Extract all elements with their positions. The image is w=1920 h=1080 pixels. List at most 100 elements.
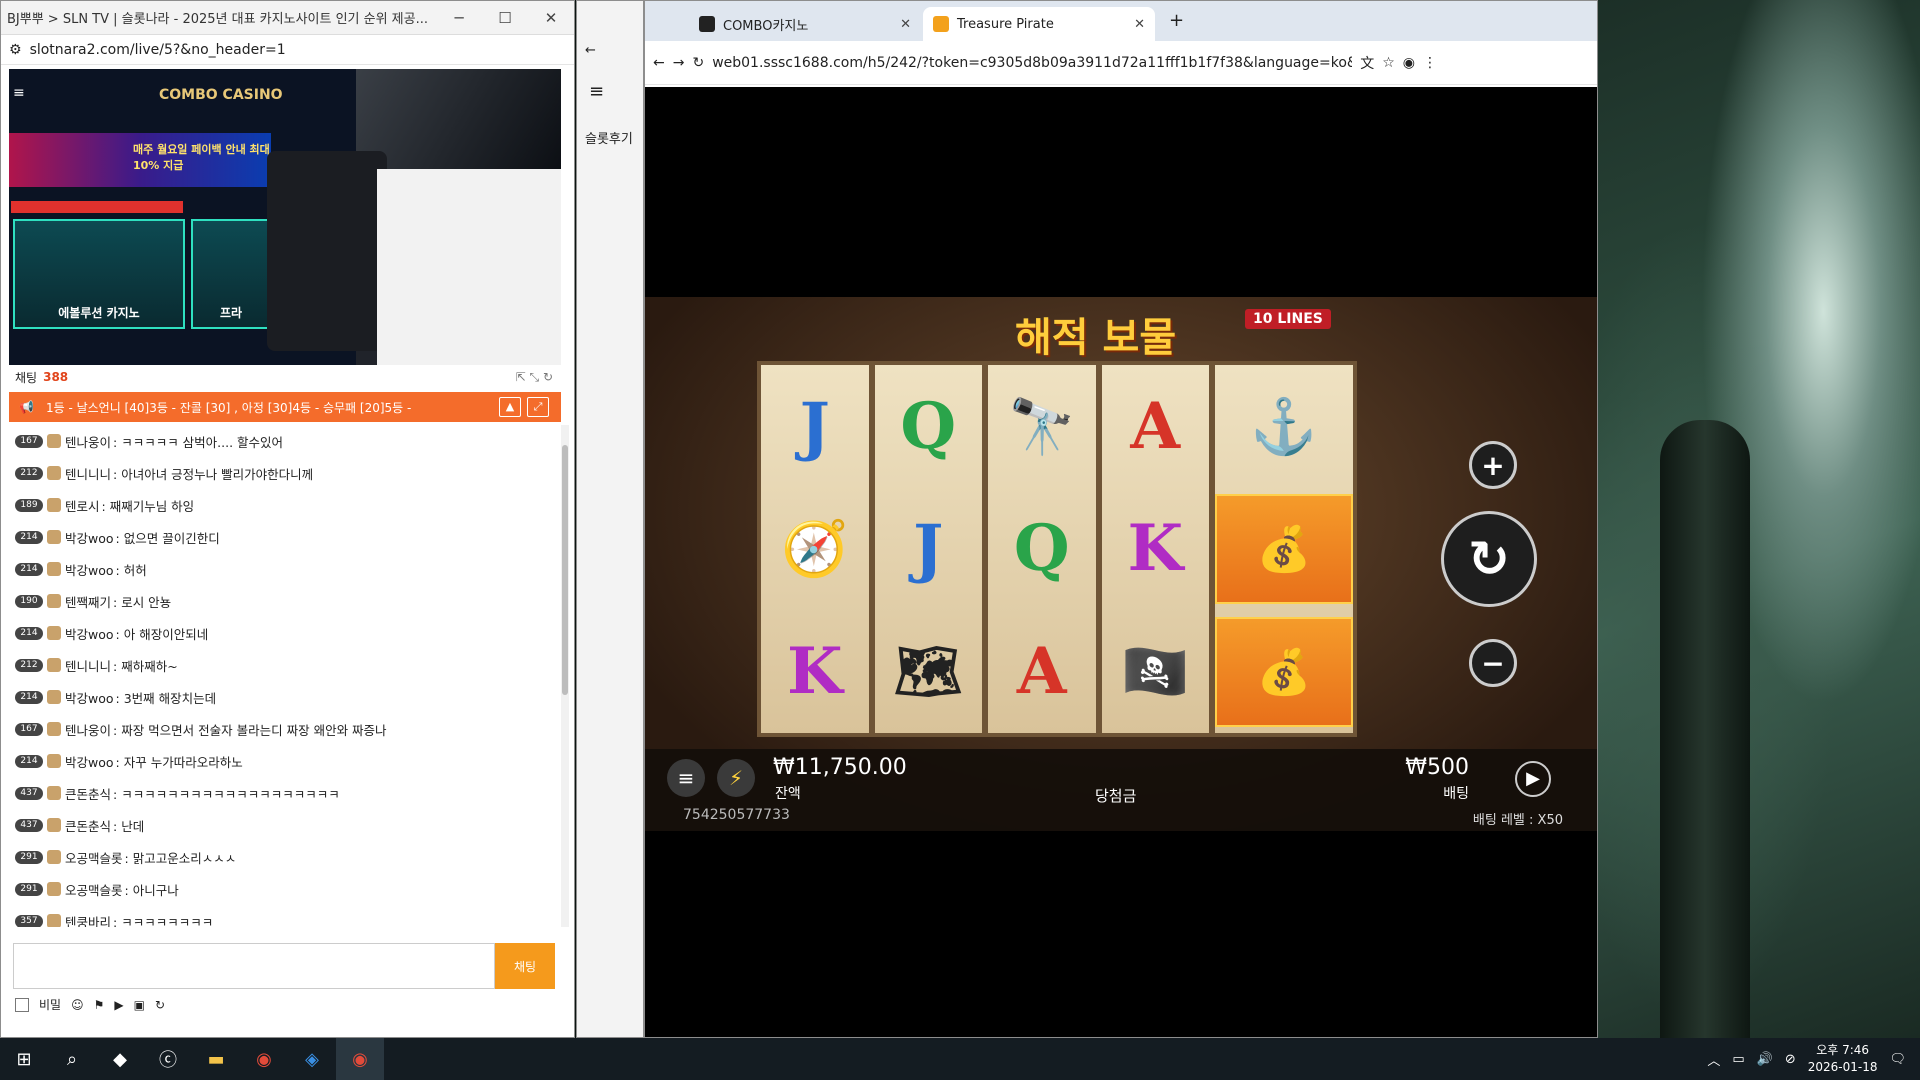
chat-nickname[interactable]: 텐짹째기	[65, 592, 111, 611]
chrome-icon[interactable]: ◉	[336, 1038, 384, 1080]
chevron-up-icon[interactable]: ︿	[1707, 1050, 1720, 1069]
image-icon[interactable]: ▣	[134, 998, 145, 1012]
file-explorer-icon[interactable]: ▬	[192, 1038, 240, 1080]
chat-nickname[interactable]: 큰돈춘식	[65, 784, 111, 803]
url-text[interactable]: web01.sssc1688.com/h5/242/?token=c9305d8…	[712, 55, 1352, 71]
status-icon[interactable]: ⊘	[1785, 1052, 1796, 1067]
chat-nickname[interactable]: 오공맥슬롯	[65, 848, 123, 867]
taskbar: ⊞ ⌕ ◆ ⓒ ▬ ◉ ◈ ◉ ︿ ▭ 🔊 ⊘ 오후 7:46 2026-01-…	[0, 1038, 1920, 1080]
chat-text: : 아 해장이안되네	[115, 626, 209, 642]
chat-label: 채팅	[15, 370, 38, 385]
game-menu-button[interactable]: ≡	[667, 759, 705, 797]
close-icon[interactable]: ✕	[528, 9, 574, 27]
app-icon[interactable]: ◈	[288, 1038, 336, 1080]
chat-text: : 3번째 해장치는데	[115, 690, 217, 706]
bet-level: 배팅 레벨 : X50	[1472, 813, 1563, 828]
chat-nickname[interactable]: 텐로시	[65, 496, 100, 515]
tab-close-icon[interactable]: ✕	[1134, 17, 1145, 32]
autoplay-button[interactable]: ▶	[1515, 761, 1551, 797]
maximize-icon[interactable]: ☐	[482, 9, 528, 27]
volume-icon[interactable]: 🔊	[1757, 1052, 1773, 1067]
address-bar[interactable]: ← → ↻ web01.sssc1688.com/h5/242/?token=c…	[645, 41, 1597, 85]
collapse-button[interactable]: ▲	[499, 397, 521, 417]
back-icon[interactable]: ←	[653, 55, 665, 71]
chat-message: 214 박강woo: 없으면 끌이긴한디	[9, 521, 554, 553]
reel-symbol: 🧭	[781, 516, 849, 581]
flag-icon[interactable]: ⚑	[94, 998, 105, 1012]
popout-icon[interactable]: ⇱ ⤡ ↻	[516, 370, 553, 385]
refresh-icon[interactable]: ↻	[155, 998, 165, 1012]
hamburger-icon[interactable]: ≡	[577, 75, 643, 108]
forward-icon[interactable]: →	[673, 55, 685, 71]
bet-label: 배팅	[1443, 786, 1469, 802]
reload-icon[interactable]: ↻	[692, 55, 704, 71]
chat-nickname[interactable]: 오공맥슬롯	[65, 880, 123, 899]
game-favicon	[933, 16, 949, 32]
chat-message: 212 텐니니니: 아녀아녀 긍정누나 빨리가야한다니께	[9, 457, 554, 489]
chat-text: : ㅋㅋㅋㅋㅋ 삼벅아.... 할수있어	[113, 434, 284, 450]
new-tab-icon[interactable]: +	[1157, 10, 1196, 41]
chat-nickname[interactable]: 텐니니니	[65, 464, 111, 483]
tab-treasure-pirate[interactable]: Treasure Pirate ✕	[923, 7, 1155, 41]
chat-text: : 없으면 끌이긴한디	[115, 530, 220, 546]
turbo-button[interactable]: ⚡	[717, 759, 755, 797]
start-icon[interactable]: ⊞	[0, 1038, 48, 1080]
reel-symbol: A	[1016, 634, 1067, 710]
expand-button[interactable]: ⤢	[527, 397, 549, 417]
chat-nickname[interactable]: 큰돈춘식	[65, 816, 111, 835]
back-icon[interactable]: ←	[577, 35, 643, 75]
menu-dots-icon[interactable]: ⋮	[1423, 55, 1437, 71]
plus-bet-button[interactable]: +	[1469, 441, 1517, 489]
minimize-icon[interactable]: ─	[436, 9, 482, 27]
level-badge: 212	[15, 466, 43, 480]
video-icon[interactable]: ▶	[114, 998, 123, 1012]
chat-nickname[interactable]: 박강woo	[65, 560, 114, 579]
chat-input[interactable]	[13, 943, 495, 989]
address-bar[interactable]: ⚙ slotnara2.com/live/5?&no_header=1	[1, 35, 574, 65]
network-icon[interactable]: ▭	[1732, 1052, 1744, 1067]
emoji-icon[interactable]: ☺	[71, 998, 84, 1012]
reel-symbol: 🗺	[893, 639, 963, 704]
chat-nickname[interactable]: 텐나웅이	[65, 432, 111, 451]
scroll-thumb[interactable]	[562, 445, 568, 695]
chat-nickname[interactable]: 텐나웅이	[65, 720, 111, 739]
menu-label: 슬롯후기	[585, 132, 633, 147]
reel-symbol: 💰	[1215, 616, 1353, 727]
chat-nickname[interactable]: 박강woo	[65, 752, 114, 771]
url-text[interactable]: slotnara2.com/live/5?&no_header=1	[30, 42, 286, 58]
chat-text: : 짜장 먹으면서 전술자 볼라는디 짜장 왜안와 짜증나	[113, 722, 387, 738]
chat-message: 214 박강woo: 자꾸 누가따라오라하노	[9, 745, 554, 777]
translate-icon[interactable]: 文	[1360, 53, 1374, 73]
tab-combo-casino[interactable]: COMBO카지노 ✕	[689, 7, 921, 41]
tab-close-icon[interactable]: ✕	[900, 17, 911, 32]
chat-text: : ㅋㅋㅋㅋㅋㅋㅋㅋ	[113, 914, 214, 928]
clock[interactable]: 오후 7:46 2026-01-18	[1808, 1042, 1878, 1076]
chrome-icon[interactable]: ◉	[240, 1038, 288, 1080]
search-icon[interactable]: ⌕	[48, 1038, 96, 1080]
send-chat-button[interactable]: 채팅	[495, 943, 555, 989]
reel-symbol: 💰	[1215, 493, 1353, 604]
live-stream-video[interactable]: ≡ COMBO CASINO 매주 월요일 페이백 안내 최대 10% 지급 에…	[9, 69, 561, 365]
notification-icon[interactable]: 🗨	[1889, 1052, 1906, 1067]
profile-icon[interactable]: ◉	[1403, 55, 1415, 71]
spin-button[interactable]: ↻	[1441, 511, 1537, 607]
secret-checkbox[interactable]	[15, 997, 29, 1012]
app-icon[interactable]: ⓒ	[144, 1038, 192, 1080]
chat-message: 357 텐쿵바리: ㅋㅋㅋㅋㅋㅋㅋㅋ	[9, 905, 554, 927]
chat-nickname[interactable]: 박강woo	[65, 688, 114, 707]
reel: Q J 🗺	[874, 365, 982, 733]
notice-text: 1등 - 날스언니 [40]3등 - 잔콜 [30] , 아정 [30]4등 -…	[45, 400, 412, 415]
minus-bet-button[interactable]: −	[1469, 639, 1517, 687]
slot-game[interactable]: 해적 보물 10 LINES J 🧭 K Q J 🗺 🔭 Q A A K 🏴‍☠️ ⚓ 💰 💰 + ↻ − …	[645, 297, 1597, 831]
site-settings-icon[interactable]: ⚙	[9, 42, 22, 58]
scrollbar[interactable]	[561, 425, 569, 927]
level-badge: 437	[15, 786, 43, 800]
chat-nickname[interactable]: 텐니니니	[65, 656, 111, 675]
chat-nickname[interactable]: 박강woo	[65, 528, 114, 547]
copilot-icon[interactable]: ◆	[96, 1038, 144, 1080]
chat-nickname[interactable]: 텐쿵바리	[65, 912, 111, 928]
chat-nickname[interactable]: 박강woo	[65, 624, 114, 643]
reel-symbol: K	[786, 634, 843, 710]
bookmark-icon[interactable]: ☆	[1382, 55, 1395, 71]
red-bar	[11, 201, 183, 213]
